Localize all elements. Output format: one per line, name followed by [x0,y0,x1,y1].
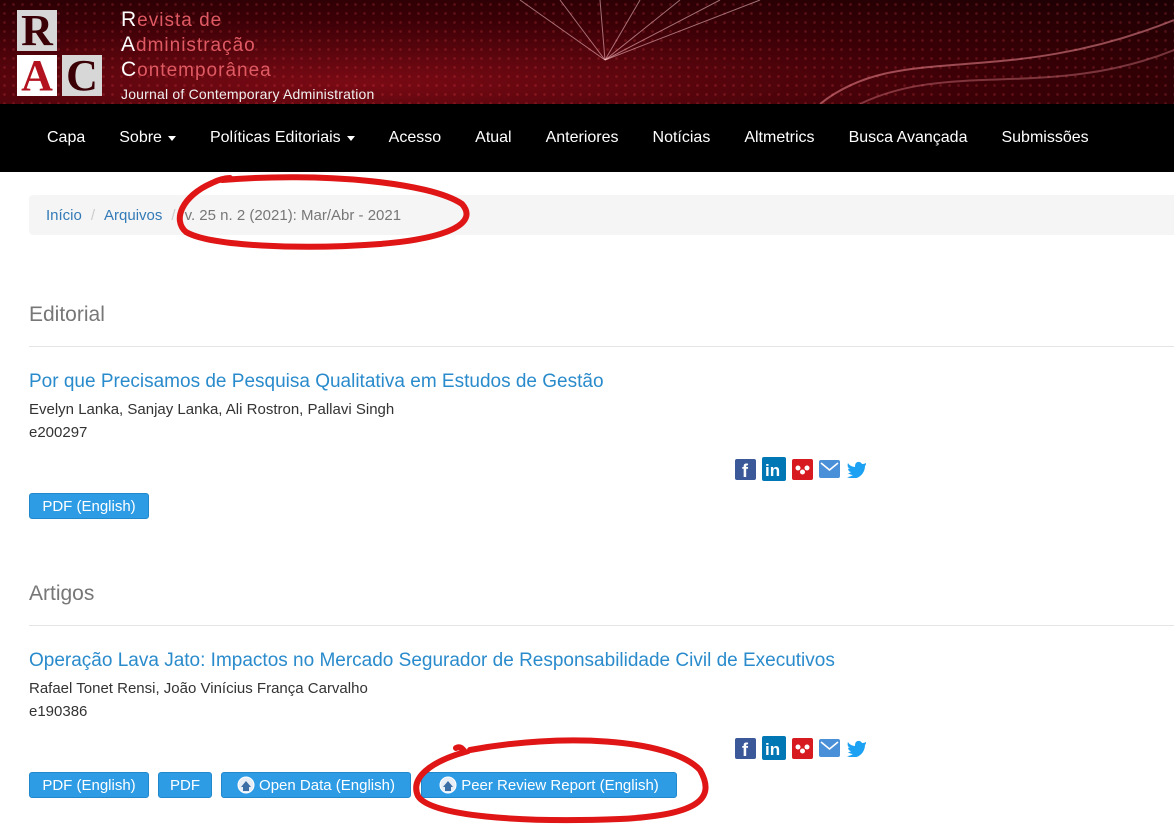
site-header: R A C Revista de Administração Contempor… [0,0,1174,104]
logo-letter-c: C [62,53,102,97]
chevron-down-icon [167,135,176,141]
open-data-button[interactable]: Open Data (English) [221,772,411,798]
rac-logo[interactable]: R A C [17,8,103,98]
journal-name-line-3: Contemporânea [121,58,272,81]
section-divider [29,346,1174,347]
nav-item-noticias[interactable]: Notícias [636,129,728,147]
journal-subtitle: Journal of Contemporary Administration [121,86,375,102]
twitter-icon[interactable] [846,739,867,757]
article-id: e190386 [29,703,88,720]
nav-item-acesso[interactable]: Acesso [372,129,458,147]
journal-name-line-2: Administração [121,33,256,56]
nav-item-altmetrics[interactable]: Altmetrics [727,129,831,147]
facebook-icon[interactable]: f [735,737,756,759]
breadcrumb: Início / Arquivos / v. 25 n. 2 (2021): M… [29,195,1174,235]
chevron-down-icon [346,135,355,141]
journal-name: Revista de Administração Contemporânea J… [121,8,375,102]
article-title-link[interactable]: Operação Lava Jato: Impactos no Mercado … [29,650,835,672]
pdf-english-button[interactable]: PDF (English) [29,772,149,798]
share-icons: f in [735,457,867,481]
svg-text:in: in [765,740,780,759]
linkedin-icon[interactable]: in [762,457,786,481]
nav-item-busca-avancada[interactable]: Busca Avançada [832,129,985,147]
linkedin-icon[interactable]: in [762,736,786,760]
breadcrumb-separator: / [90,206,96,224]
nav-item-sobre[interactable]: Sobre [102,129,193,147]
breadcrumb-current-issue: v. 25 n. 2 (2021): Mar/Abr - 2021 [184,206,402,224]
peer-review-label: Peer Review Report (English) [461,776,659,794]
open-data-icon [237,776,255,794]
pdf-english-button[interactable]: PDF (English) [29,493,149,519]
nav-item-submissoes[interactable]: Submissões [984,129,1105,147]
pdf-button[interactable]: PDF [158,772,212,798]
share-icons: f in [735,736,867,760]
breadcrumb-archives-link[interactable]: Arquivos [104,207,162,224]
peer-review-report-button[interactable]: Peer Review Report (English) [421,772,677,798]
logo-letter-r: R [17,8,57,52]
facebook-icon[interactable]: f [735,458,756,480]
breadcrumb-home-link[interactable]: Início [46,207,82,224]
journal-name-line-1: Revista de [121,8,223,31]
article-id: e200297 [29,424,88,441]
nav-item-atual[interactable]: Atual [458,129,528,147]
open-data-label: Open Data (English) [259,776,395,794]
svg-text:in: in [765,461,780,480]
logo-letter-a: A [17,53,57,97]
breadcrumb-separator: / [171,206,176,224]
section-title-artigos: Artigos [29,582,95,605]
twitter-icon[interactable] [846,460,867,478]
nav-item-anteriores[interactable]: Anteriores [529,129,636,147]
main-navbar: Capa Sobre Políticas Editoriais Acesso A… [0,104,1174,172]
section-title-editorial: Editorial [29,303,105,326]
email-icon[interactable] [819,460,840,478]
nav-item-politicas-editoriais[interactable]: Políticas Editoriais [193,129,372,147]
peer-review-icon [439,776,457,794]
mendeley-icon[interactable] [792,458,813,480]
nav-item-capa[interactable]: Capa [30,129,102,147]
email-icon[interactable] [819,739,840,757]
svg-text:f: f [742,461,749,480]
section-divider [29,625,1174,626]
mendeley-icon[interactable] [792,737,813,759]
article-authors: Evelyn Lanka, Sanjay Lanka, Ali Rostron,… [29,401,395,418]
article-title-link[interactable]: Por que Precisamos de Pesquisa Qualitati… [29,371,604,393]
svg-text:f: f [742,740,749,759]
article-authors: Rafael Tonet Rensi, João Vinícius França… [29,680,368,697]
